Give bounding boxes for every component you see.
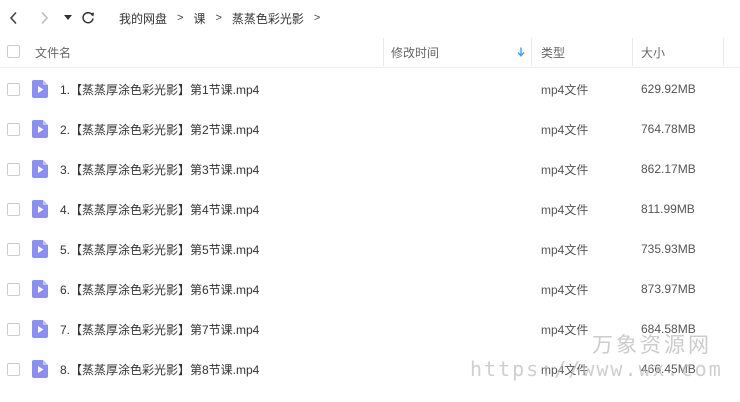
chevron-right-icon [41, 11, 49, 25]
column-header-type[interactable]: 类型 [541, 36, 631, 68]
breadcrumb-item-current[interactable]: 蒸蒸色彩光影 [232, 10, 304, 27]
file-size: 811.99MB [641, 202, 695, 216]
file-type: mp4文件 [541, 122, 589, 137]
breadcrumb-separator: > [177, 12, 184, 24]
row-checkbox[interactable] [7, 163, 20, 176]
table-row[interactable]: 8.【蒸蒸厚涂色彩光影】第8节课.mp4 mp4文件 466.45MB [0, 349, 740, 389]
column-divider[interactable] [632, 38, 633, 66]
file-list-header: 文件名 修改时间 类型 大小 [0, 36, 740, 68]
row-checkbox[interactable] [7, 203, 20, 216]
table-row[interactable]: 1.【蒸蒸厚涂色彩光影】第1节课.mp4 mp4文件 629.92MB [0, 69, 740, 109]
file-name[interactable]: 4.【蒸蒸厚涂色彩光影】第4节课.mp4 [60, 201, 259, 218]
column-divider[interactable] [383, 38, 384, 66]
breadcrumb-separator: > [215, 12, 222, 24]
file-name[interactable]: 2.【蒸蒸厚涂色彩光影】第2节课.mp4 [60, 121, 259, 138]
table-row[interactable]: 5.【蒸蒸厚涂色彩光影】第5节课.mp4 mp4文件 735.93MB [0, 229, 740, 269]
video-file-icon [32, 360, 48, 378]
video-file-icon [32, 160, 48, 178]
file-size: 735.93MB [641, 242, 696, 256]
file-name[interactable]: 3.【蒸蒸厚涂色彩光影】第3节课.mp4 [60, 161, 259, 178]
file-type: mp4文件 [541, 162, 589, 177]
file-type: mp4文件 [541, 202, 589, 217]
video-file-icon [32, 280, 48, 298]
breadcrumb-item-root[interactable]: 我的网盘 [119, 10, 167, 27]
chevron-left-icon [9, 11, 17, 25]
table-row[interactable]: 2.【蒸蒸厚涂色彩光影】第2节课.mp4 mp4文件 764.78MB [0, 109, 740, 149]
file-name[interactable]: 7.【蒸蒸厚涂色彩光影】第7节课.mp4 [60, 321, 259, 338]
refresh-button[interactable] [79, 8, 97, 28]
row-checkbox[interactable] [7, 243, 20, 256]
video-file-icon [32, 200, 48, 218]
column-divider[interactable] [531, 38, 532, 66]
row-checkbox[interactable] [7, 83, 20, 96]
table-row[interactable]: 4.【蒸蒸厚涂色彩光影】第4节课.mp4 mp4文件 811.99MB [0, 189, 740, 229]
row-checkbox[interactable] [7, 363, 20, 376]
file-type: mp4文件 [541, 322, 589, 337]
video-file-icon [32, 240, 48, 258]
column-header-modified[interactable]: 修改时间 [391, 36, 531, 68]
file-size: 873.97MB [641, 282, 696, 296]
video-file-icon [32, 320, 48, 338]
row-checkbox[interactable] [7, 323, 20, 336]
file-name[interactable]: 1.【蒸蒸厚涂色彩光影】第1节课.mp4 [60, 81, 259, 98]
caret-down-icon [64, 15, 72, 20]
column-header-name-label: 文件名 [35, 45, 72, 60]
file-size: 862.17MB [641, 162, 696, 176]
video-file-icon [32, 120, 48, 138]
column-header-size-label: 大小 [641, 45, 666, 60]
file-size: 466.45MB [641, 362, 696, 376]
arrow-down-icon [517, 47, 525, 57]
back-button[interactable] [5, 8, 23, 28]
row-checkbox[interactable] [7, 123, 20, 136]
file-name[interactable]: 5.【蒸蒸厚涂色彩光影】第5节课.mp4 [60, 241, 259, 258]
file-size: 629.92MB [641, 82, 696, 96]
navigation-bar: 我的网盘 > 课 > 蒸蒸色彩光影 > [0, 0, 740, 36]
column-header-size[interactable]: 大小 [641, 36, 721, 68]
table-row[interactable]: 3.【蒸蒸厚涂色彩光影】第3节课.mp4 mp4文件 862.17MB [0, 149, 740, 189]
breadcrumb: 我的网盘 > 课 > 蒸蒸色彩光影 > [119, 0, 330, 36]
column-header-type-label: 类型 [541, 45, 566, 60]
column-header-name[interactable]: 文件名 [35, 36, 375, 68]
file-type: mp4文件 [541, 242, 589, 257]
row-checkbox[interactable] [7, 283, 20, 296]
table-row[interactable]: 6.【蒸蒸厚涂色彩光影】第6节课.mp4 mp4文件 873.97MB [0, 269, 740, 309]
breadcrumb-separator: > [313, 12, 321, 24]
file-type: mp4文件 [541, 362, 589, 377]
file-type: mp4文件 [541, 82, 589, 97]
history-dropdown-button[interactable] [59, 8, 77, 28]
video-file-icon [32, 80, 48, 98]
table-row[interactable]: 7.【蒸蒸厚涂色彩光影】第7节课.mp4 mp4文件 684.58MB [0, 309, 740, 349]
file-type: mp4文件 [541, 282, 589, 297]
breadcrumb-item-course[interactable]: 课 [193, 10, 205, 27]
column-header-modified-label: 修改时间 [391, 45, 440, 60]
forward-button[interactable] [35, 8, 53, 28]
select-all-checkbox[interactable] [7, 45, 20, 58]
refresh-icon [82, 11, 94, 24]
file-size: 684.58MB [641, 322, 696, 336]
file-size: 764.78MB [641, 122, 696, 136]
column-divider[interactable] [723, 38, 724, 66]
file-name[interactable]: 8.【蒸蒸厚涂色彩光影】第8节课.mp4 [60, 361, 259, 378]
file-name[interactable]: 6.【蒸蒸厚涂色彩光影】第6节课.mp4 [60, 281, 259, 298]
